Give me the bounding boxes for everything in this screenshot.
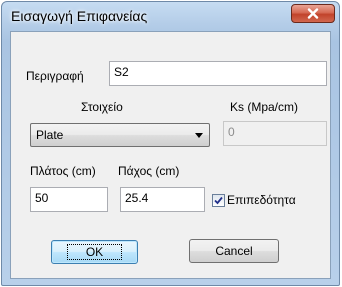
close-button[interactable] [291, 4, 335, 23]
width-input[interactable]: 50 [30, 187, 108, 212]
description-label: Περιγραφή [26, 69, 84, 83]
dialog-body: Περιγραφή S2 Στοιχείο Plate Ks (Mpa/cm) … [10, 31, 331, 279]
element-selected-value: Plate [36, 128, 64, 142]
planar-checkbox[interactable] [212, 194, 225, 207]
ks-label: Ks (Mpa/cm) [230, 100, 299, 114]
description-input[interactable]: S2 [109, 61, 327, 86]
ok-button[interactable]: OK [51, 240, 138, 264]
cancel-button[interactable]: Cancel [189, 239, 279, 263]
thickness-input[interactable]: 25.4 [120, 187, 205, 212]
cancel-button-label: Cancel [215, 244, 253, 258]
close-icon [307, 8, 319, 19]
thickness-label: Πάχος (cm) [118, 164, 180, 178]
width-label: Πλάτος (cm) [30, 164, 96, 178]
element-select[interactable]: Plate [30, 123, 210, 147]
element-label: Στοιχείο [81, 100, 123, 114]
checkmark-icon [214, 196, 223, 205]
dialog-window: Εισαγωγή Επιφανείας Περιγραφή S2 Στοιχεί… [1, 1, 340, 286]
ks-input[interactable]: 0 [223, 121, 327, 146]
chevron-down-icon [195, 133, 203, 138]
ok-button-label: OK [66, 244, 123, 260]
window-title: Εισαγωγή Επιφανείας [11, 8, 148, 24]
planar-label: Επιπεδότητα [227, 193, 296, 207]
